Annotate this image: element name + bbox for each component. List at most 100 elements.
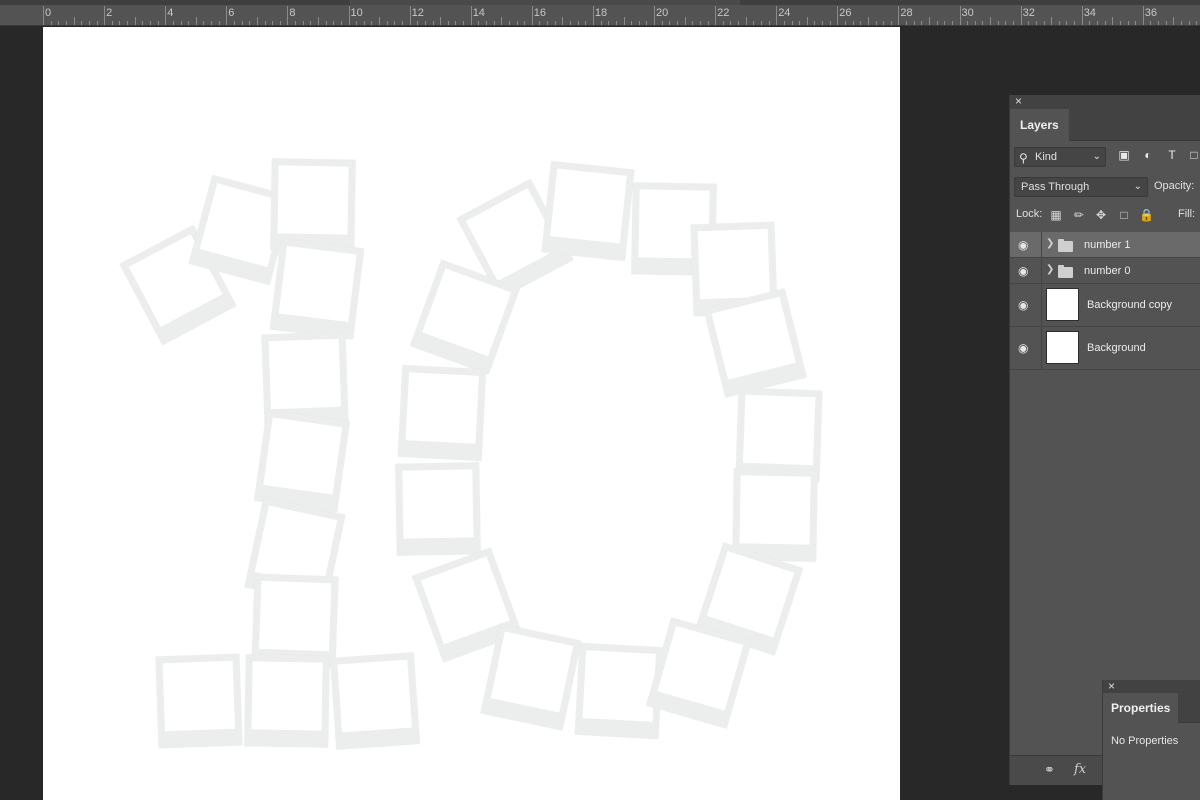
ruler-tick [402,21,403,25]
properties-panel: × Properties No Properties [1102,679,1200,800]
ruler-tick [478,21,480,25]
ruler-tick [1013,21,1014,25]
ruler-tick [1028,21,1030,25]
shape-filter-icon[interactable]: □ [1186,148,1200,162]
ruler-tick [608,21,610,25]
layer-row-background[interactable]: ◉ Background [1010,327,1200,370]
ruler-tick [570,21,571,25]
ruler-tick [715,6,717,25]
ruler-tick [211,21,212,25]
ruler-label: 0 [45,7,52,19]
ruler-tick [1188,21,1190,25]
layer-separator [1041,232,1042,257]
link-layers-icon[interactable]: ⚭ [1044,762,1055,778]
ruler-tick [203,21,205,25]
layer-row-number-0[interactable]: ◉ ❯ number 0 [1010,258,1200,284]
ruler-tick [440,17,442,25]
ruler-tick [829,21,831,25]
ruler-tick [646,21,648,25]
ruler-tick [1158,21,1160,25]
tab-properties[interactable]: Properties [1103,693,1179,723]
layer-name: Background copy [1087,299,1172,311]
lock-all-icon[interactable]: 🔒 [1139,208,1154,222]
ruler-tick [692,21,694,25]
ruler-tick [241,21,243,25]
ruler-tick [1181,21,1182,25]
ruler-tick [1043,21,1045,25]
properties-panel-titlebar[interactable]: × [1103,679,1200,693]
ruler-tick [531,6,533,25]
lock-label: Lock: [1016,208,1043,220]
opacity-label: Opacity: [1154,180,1195,192]
ruler-tick [325,21,327,25]
ruler-tick [990,17,992,25]
ruler-tick [592,6,594,25]
type-filter-icon[interactable]: T [1164,148,1180,162]
ruler-tick [455,21,457,25]
ruler-tick [669,21,671,25]
ruler-tick [638,21,640,25]
ruler-tick [623,17,625,25]
lock-transparency-icon[interactable]: ▦ [1049,208,1063,222]
lock-paint-icon[interactable]: ✏ [1072,208,1086,222]
lock-move-icon[interactable]: ✥ [1094,208,1108,222]
ruler-tick [1104,21,1106,25]
ruler-tick [676,21,678,25]
close-icon[interactable]: × [1015,94,1022,108]
ruler-tick [776,6,778,25]
lock-artboard-icon[interactable]: □ [1117,208,1131,222]
blend-row: Pass Through ⌄ Opacity: [1014,177,1200,199]
layers-panel-titlebar[interactable]: × [1010,94,1200,109]
ruler-highlight [350,0,740,5]
ruler-tick [142,21,144,25]
ruler-tick [96,21,98,25]
ruler-tick [149,21,151,25]
fx-icon[interactable]: fx [1074,762,1086,777]
chevron-down-icon: ⌄ [1133,181,1142,192]
document-canvas[interactable] [43,27,900,800]
visibility-eye-icon[interactable]: ◉ [1018,238,1028,252]
folder-icon [1058,239,1073,252]
ruler-tick [615,21,617,25]
ruler-tick [959,6,961,25]
ruler-label: 26 [839,7,852,19]
visibility-eye-icon[interactable]: ◉ [1018,264,1028,278]
ruler-tick [1150,21,1152,25]
ruler-tick [333,21,335,25]
ruler-tick [562,17,564,25]
visibility-eye-icon[interactable]: ◉ [1018,341,1028,355]
ruler-tick [424,21,426,25]
ruler-tick [997,21,999,25]
ruler-label: 12 [411,7,424,19]
ruler-tick [944,21,946,25]
chevron-right-icon[interactable]: ❯ [1046,238,1054,249]
adjustment-filter-icon[interactable]: ◐ [1140,148,1156,162]
layer-thumbnail [1046,331,1079,364]
ruler-tick [883,21,885,25]
visibility-eye-icon[interactable]: ◉ [1018,298,1028,312]
layer-row-background-copy[interactable]: ◉ Background copy [1010,284,1200,327]
close-icon[interactable]: × [1108,679,1115,693]
chevron-right-icon[interactable]: ❯ [1046,264,1054,275]
ruler-label: 10 [350,7,363,19]
filter-kind-select[interactable]: ⚲ Kind ⌄ [1014,147,1106,167]
ruler-tick [852,21,854,25]
ruler-tick [1173,17,1175,25]
ruler-tick [1081,6,1083,25]
ruler-label: 34 [1083,7,1096,19]
tab-layers[interactable]: Layers [1010,109,1069,141]
image-filter-icon[interactable]: ▣ [1116,148,1132,162]
ruler-tick [1127,21,1129,25]
ruler-tick [783,21,785,25]
ruler-tick [707,21,709,25]
ruler-tick [799,21,801,25]
ruler-tick [844,21,846,25]
blend-mode-select[interactable]: Pass Through ⌄ [1014,177,1148,197]
layer-row-number-1[interactable]: ◉ ❯ number 1 [1010,232,1200,258]
blend-mode-value: Pass Through [1021,181,1090,193]
ruler-tick [356,21,358,25]
ruler-label: 28 [900,7,913,19]
ruler-tick [913,21,915,25]
horizontal-ruler[interactable]: 0 2 4 6 8 10 12 14 16 18 20 22 24 26 28 30 32 34 36 [0,0,1200,26]
ruler-tick [929,17,930,25]
